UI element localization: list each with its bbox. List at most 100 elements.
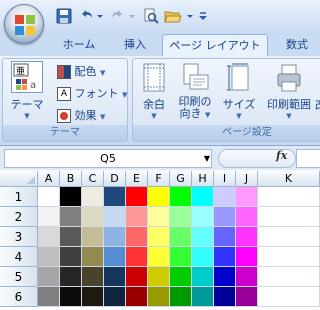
- cell-k4[interactable]: [258, 247, 320, 267]
- cell-b2[interactable]: [60, 207, 82, 227]
- insert-function-button[interactable]: fx: [276, 149, 287, 162]
- save-icon[interactable]: [56, 8, 72, 24]
- orientation-button[interactable]: 印刷の 向き ▼: [175, 63, 215, 121]
- redo-dropdown-icon[interactable]: [128, 8, 136, 24]
- cell-b3[interactable]: [60, 227, 82, 247]
- cell-b5[interactable]: [60, 267, 82, 287]
- cell-i6[interactable]: [214, 287, 236, 307]
- customize-qat-icon[interactable]: [198, 8, 208, 24]
- tab-insert[interactable]: 挿入: [112, 34, 158, 56]
- cell-f2[interactable]: [148, 207, 170, 227]
- print-preview-icon[interactable]: [143, 8, 159, 24]
- cell-j4[interactable]: [236, 247, 258, 267]
- cell-e4[interactable]: [126, 247, 148, 267]
- cell-e1[interactable]: [126, 187, 148, 207]
- cell-i4[interactable]: [214, 247, 236, 267]
- row-header-4[interactable]: 4: [0, 247, 38, 267]
- column-header-j[interactable]: J: [236, 171, 258, 187]
- effects-button[interactable]: 効果 ▼: [57, 107, 105, 123]
- cell-g6[interactable]: [170, 287, 192, 307]
- cell-d2[interactable]: [104, 207, 126, 227]
- select-all-button[interactable]: [0, 171, 38, 187]
- colors-button[interactable]: 配色 ▼: [57, 63, 105, 79]
- cell-d1[interactable]: [104, 187, 126, 207]
- tab-page-layout[interactable]: ページ レイアウト: [162, 34, 268, 56]
- cell-j6[interactable]: [236, 287, 258, 307]
- cell-b1[interactable]: [60, 187, 82, 207]
- cell-g3[interactable]: [170, 227, 192, 247]
- size-button[interactable]: サイズ ▼: [221, 63, 257, 120]
- cell-f1[interactable]: [148, 187, 170, 207]
- cell-e6[interactable]: [126, 287, 148, 307]
- cell-f6[interactable]: [148, 287, 170, 307]
- cell-h1[interactable]: [192, 187, 214, 207]
- row-header-6[interactable]: 6: [0, 287, 38, 307]
- cell-k2[interactable]: [258, 207, 320, 227]
- breaks-button[interactable]: 改: [315, 97, 320, 113]
- cell-c2[interactable]: [82, 207, 104, 227]
- column-header-g[interactable]: G: [170, 171, 192, 187]
- cell-c6[interactable]: [82, 287, 104, 307]
- column-header-e[interactable]: E: [126, 171, 148, 187]
- open-folder-icon[interactable]: [164, 8, 182, 24]
- cell-h6[interactable]: [192, 287, 214, 307]
- cell-c4[interactable]: [82, 247, 104, 267]
- cell-g2[interactable]: [170, 207, 192, 227]
- cell-d3[interactable]: [104, 227, 126, 247]
- tab-home[interactable]: ホーム: [50, 34, 108, 56]
- cell-b4[interactable]: [60, 247, 82, 267]
- row-header-5[interactable]: 5: [0, 267, 38, 287]
- cell-c5[interactable]: [82, 267, 104, 287]
- cell-a2[interactable]: [38, 207, 60, 227]
- cell-a3[interactable]: [38, 227, 60, 247]
- cell-a6[interactable]: [38, 287, 60, 307]
- cell-h3[interactable]: [192, 227, 214, 247]
- column-header-h[interactable]: H: [192, 171, 214, 187]
- cell-h5[interactable]: [192, 267, 214, 287]
- cell-a5[interactable]: [38, 267, 60, 287]
- cell-d6[interactable]: [104, 287, 126, 307]
- column-header-i[interactable]: I: [214, 171, 236, 187]
- tab-formulas[interactable]: 数式: [274, 34, 320, 56]
- cell-i3[interactable]: [214, 227, 236, 247]
- cell-g4[interactable]: [170, 247, 192, 267]
- cell-e3[interactable]: [126, 227, 148, 247]
- column-header-b[interactable]: B: [60, 171, 82, 187]
- worksheet-grid[interactable]: ABCDEFGHIJK 123456: [0, 171, 320, 310]
- cell-g5[interactable]: [170, 267, 192, 287]
- cell-k5[interactable]: [258, 267, 320, 287]
- open-dropdown-icon[interactable]: [186, 8, 194, 24]
- undo-icon[interactable]: [78, 8, 94, 24]
- theme-button[interactable]: 亜 a テーマ ▼: [9, 61, 45, 121]
- column-header-a[interactable]: A: [38, 171, 60, 187]
- row-header-2[interactable]: 2: [0, 207, 38, 227]
- cell-c1[interactable]: [82, 187, 104, 207]
- name-box-dropdown-icon[interactable]: ▼: [200, 149, 214, 168]
- print-area-button[interactable]: 印刷範囲 ▼: [261, 63, 317, 120]
- row-header-1[interactable]: 1: [0, 187, 38, 207]
- margins-button[interactable]: 余白 ▼: [139, 63, 169, 120]
- cell-j1[interactable]: [236, 187, 258, 207]
- cell-k3[interactable]: [258, 227, 320, 247]
- cell-k1[interactable]: [258, 187, 320, 207]
- cell-k6[interactable]: [258, 287, 320, 307]
- cell-i1[interactable]: [214, 187, 236, 207]
- column-header-k[interactable]: K: [258, 171, 320, 187]
- cell-e5[interactable]: [126, 267, 148, 287]
- name-box[interactable]: Q5: [4, 149, 212, 168]
- cell-f4[interactable]: [148, 247, 170, 267]
- cell-g1[interactable]: [170, 187, 192, 207]
- cell-a4[interactable]: [38, 247, 60, 267]
- formula-input[interactable]: [296, 149, 320, 168]
- cell-j3[interactable]: [236, 227, 258, 247]
- cell-j2[interactable]: [236, 207, 258, 227]
- cell-a1[interactable]: [38, 187, 60, 207]
- column-header-f[interactable]: F: [148, 171, 170, 187]
- cell-f3[interactable]: [148, 227, 170, 247]
- cell-b6[interactable]: [60, 287, 82, 307]
- column-header-d[interactable]: D: [104, 171, 126, 187]
- cell-f5[interactable]: [148, 267, 170, 287]
- cell-h2[interactable]: [192, 207, 214, 227]
- row-header-3[interactable]: 3: [0, 227, 38, 247]
- column-header-c[interactable]: C: [82, 171, 104, 187]
